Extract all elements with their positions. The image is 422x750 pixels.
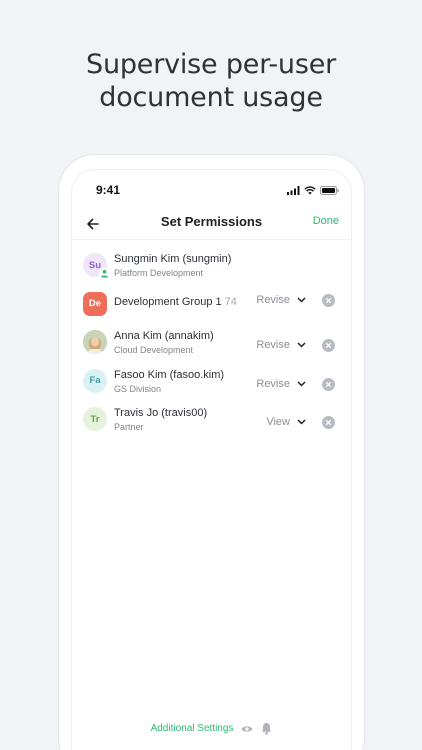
eye-icon[interactable] [241,725,253,733]
member-name: Travis Jo (travis00) [114,407,208,419]
status-icons [287,185,339,195]
remove-icon[interactable] [322,377,335,391]
list-item: De Development Group 1 74 Revise [72,287,351,326]
footer-bar: Additional Settings [72,722,351,735]
avatar: Tr [83,407,107,431]
member-count: 74 [224,295,237,308]
wifi-icon [304,185,316,195]
member-department: Cloud Development [114,345,194,355]
member-name: Development Group 1 74 [114,296,237,308]
permission-label: Revise [256,293,290,306]
avatar: Su [83,253,110,279]
page-title: Set Permissions [160,214,263,229]
bell-icon[interactable] [261,722,272,735]
battery-icon [320,185,339,195]
avatar: Fa [83,368,107,393]
permission-label: Revise [256,339,290,351]
remove-icon[interactable] [322,293,335,307]
member-department: GS Division [114,383,162,394]
member-name: Sungmin Kim (sungmin) [114,253,232,265]
app-screen: 9:41 Set Permissions Done Su Sungmin Kim… [71,169,352,750]
chevron-down-icon [297,296,306,303]
phone-frame: 9:41 Set Permissions Done Su Sungmin Kim… [59,155,364,750]
status-bar: 9:41 [96,180,339,200]
remove-icon[interactable] [322,339,335,352]
group-name: Development Group 1 [114,295,222,308]
nav-bar: Set Permissions Done [72,208,351,240]
chevron-down-icon [297,342,306,348]
owner-person-icon [99,268,110,279]
permission-label: Revise [256,377,290,390]
permission-dropdown[interactable]: Revise [256,339,306,351]
member-department: Partner [114,422,144,432]
signal-icon [287,185,300,195]
profile-photo [83,330,107,354]
done-button[interactable]: Done [313,215,339,227]
remove-icon[interactable] [322,416,335,429]
chevron-down-icon [297,380,306,387]
permission-dropdown[interactable]: Revise [256,378,306,390]
avatar: De [83,291,107,316]
list-item: Tr Travis Jo (travis00) Partner View [72,402,351,441]
member-department: Platform Development [114,268,204,278]
headline-line-1: Supervise per-user [86,49,336,80]
list-item: Fa Fasoo Kim (fasoo.kim) GS Division Rev… [72,364,351,403]
additional-settings-link[interactable]: Additional Settings [151,723,234,734]
permission-dropdown[interactable]: Revise [256,294,306,306]
permission-dropdown[interactable]: View [266,416,306,428]
headline: Supervise per-user document usage [0,48,422,114]
chevron-down-icon [297,419,306,425]
member-name: Anna Kim (annakim) [114,330,214,342]
status-time: 9:41 [96,183,121,197]
permission-label: View [266,416,290,428]
list-item: Su Sungmin Kim (sungmin) Platform Develo… [72,248,351,287]
permission-list: Su Sungmin Kim (sungmin) Platform Develo… [72,248,351,441]
list-item: Anna Kim (annakim) Cloud Development Rev… [72,325,351,364]
member-name: Fasoo Kim (fasoo.kim) [114,368,225,381]
headline-line-2: document usage [99,82,323,113]
